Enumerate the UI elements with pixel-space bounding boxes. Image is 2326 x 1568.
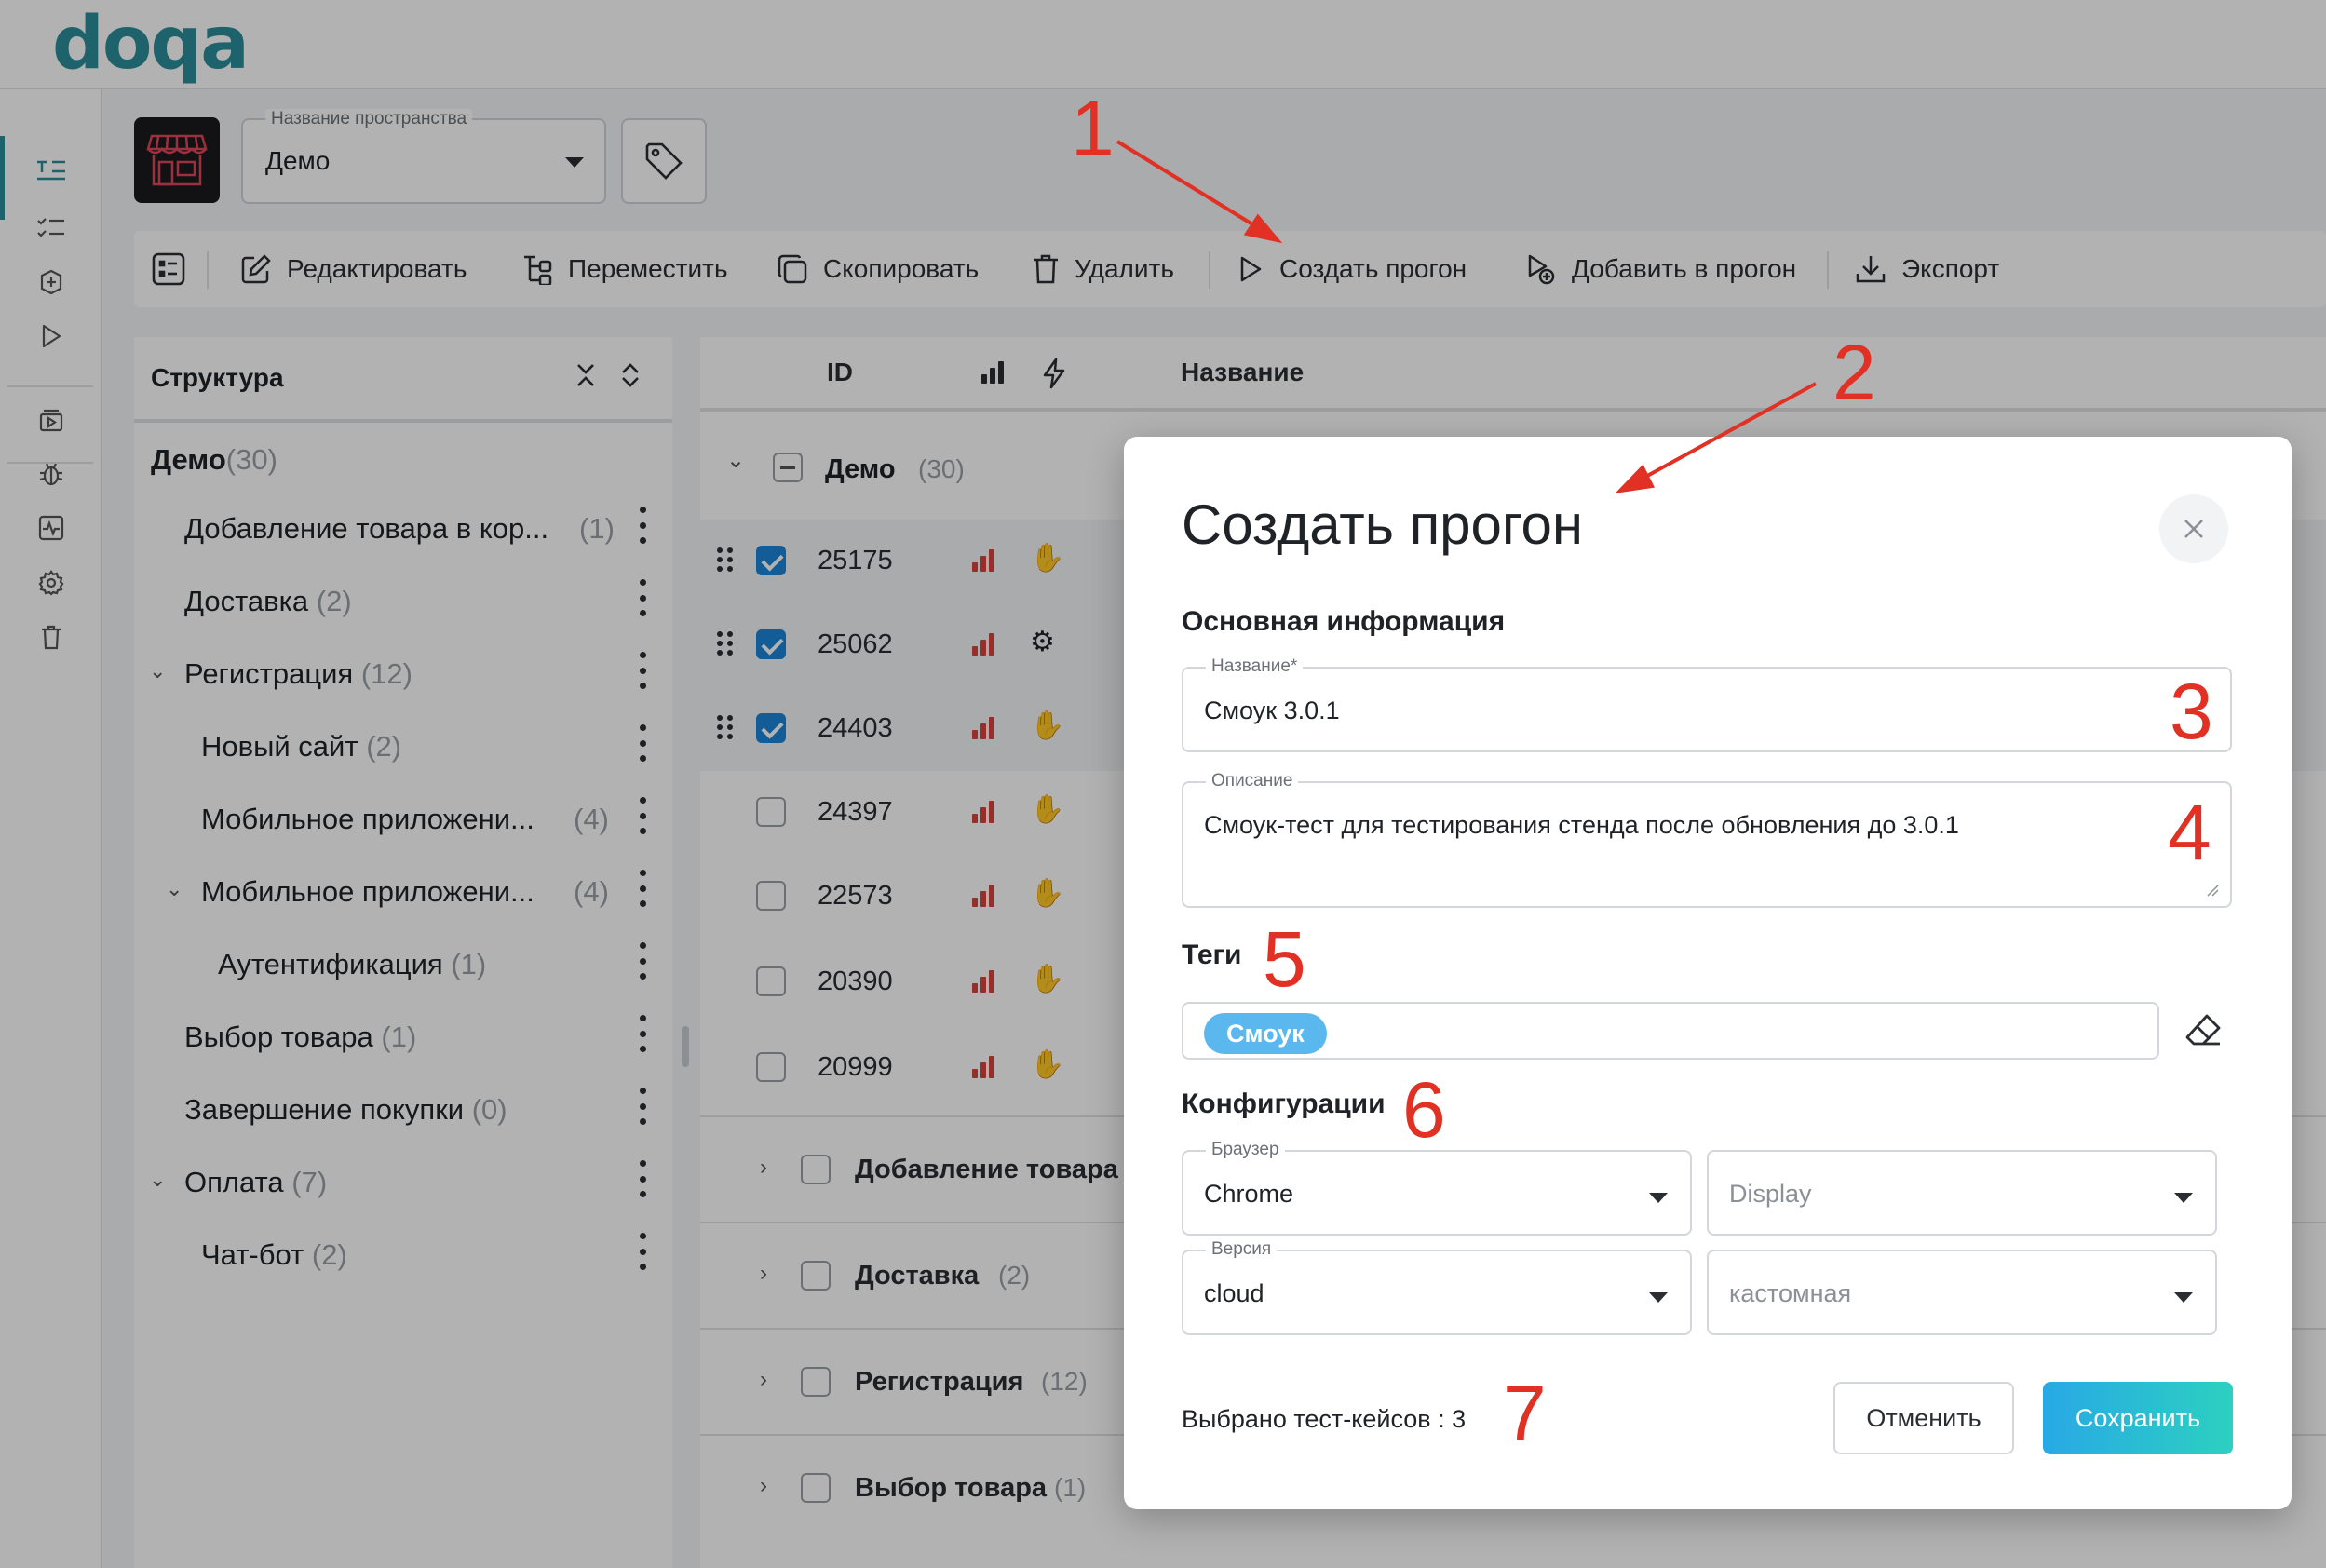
chevron-down-icon xyxy=(1649,1193,1668,1203)
selected-count: Выбрано тест-кейсов : 3 xyxy=(1182,1405,1467,1433)
tag-chip[interactable]: Смоук xyxy=(1204,1013,1327,1054)
display-placeholder: Display xyxy=(1729,1180,1812,1208)
close-button[interactable] xyxy=(2159,494,2228,563)
section-main-info: Основная информация xyxy=(1182,606,1506,637)
annotation-number: 2 xyxy=(1832,329,1876,416)
browser-select[interactable]: Браузер Chrome xyxy=(1182,1140,1692,1236)
browser-value: Chrome xyxy=(1204,1180,1294,1208)
eraser-icon[interactable] xyxy=(2183,1010,2224,1051)
annotation-number: 3 xyxy=(2170,668,2213,755)
run-description-field[interactable]: Описание Смоук-тест для тестирования сте… xyxy=(1182,771,2232,908)
run-description-label: Описание xyxy=(1206,771,1299,791)
app-root: doqa Название пространства Демо Редактир… xyxy=(0,0,2326,1568)
section-tags: Теги xyxy=(1182,939,1242,970)
cancel-button[interactable]: Отменить xyxy=(1833,1382,2014,1454)
save-button[interactable]: Сохранить xyxy=(2043,1382,2233,1454)
chevron-down-icon xyxy=(1649,1292,1668,1303)
run-name-field[interactable]: Название* Смоук 3.0.1 xyxy=(1182,656,2232,752)
browser-label: Браузер xyxy=(1206,1140,1285,1160)
run-description-value: Смоук-тест для тестирования стенда после… xyxy=(1204,811,1959,839)
version-value: cloud xyxy=(1204,1279,1264,1307)
annotation-number: 6 xyxy=(1402,1066,1446,1154)
chevron-down-icon xyxy=(2174,1292,2193,1303)
version-label: Версия xyxy=(1206,1239,1278,1260)
display-select[interactable]: Display xyxy=(1707,1150,2217,1236)
custom-placeholder: кастомная xyxy=(1729,1279,1852,1307)
annotation-number: 4 xyxy=(2168,789,2211,876)
annotation-number: 5 xyxy=(1263,915,1306,1003)
annotation-number: 7 xyxy=(1503,1370,1547,1457)
dialog-title: Создать прогон xyxy=(1182,493,1583,556)
run-name-label: Название* xyxy=(1206,656,1304,677)
tags-input[interactable]: Смоук xyxy=(1182,1002,2159,1060)
annotation-number: 1 xyxy=(1071,85,1115,172)
custom-select[interactable]: кастомная xyxy=(1707,1250,2217,1335)
chevron-down-icon xyxy=(2174,1193,2193,1203)
version-select[interactable]: Версия cloud xyxy=(1182,1239,1692,1335)
run-name-value: Смоук 3.0.1 xyxy=(1204,696,1340,724)
section-configurations: Конфигурации xyxy=(1182,1088,1386,1119)
close-icon xyxy=(2184,520,2203,538)
resize-grip-icon[interactable] xyxy=(2206,884,2219,897)
